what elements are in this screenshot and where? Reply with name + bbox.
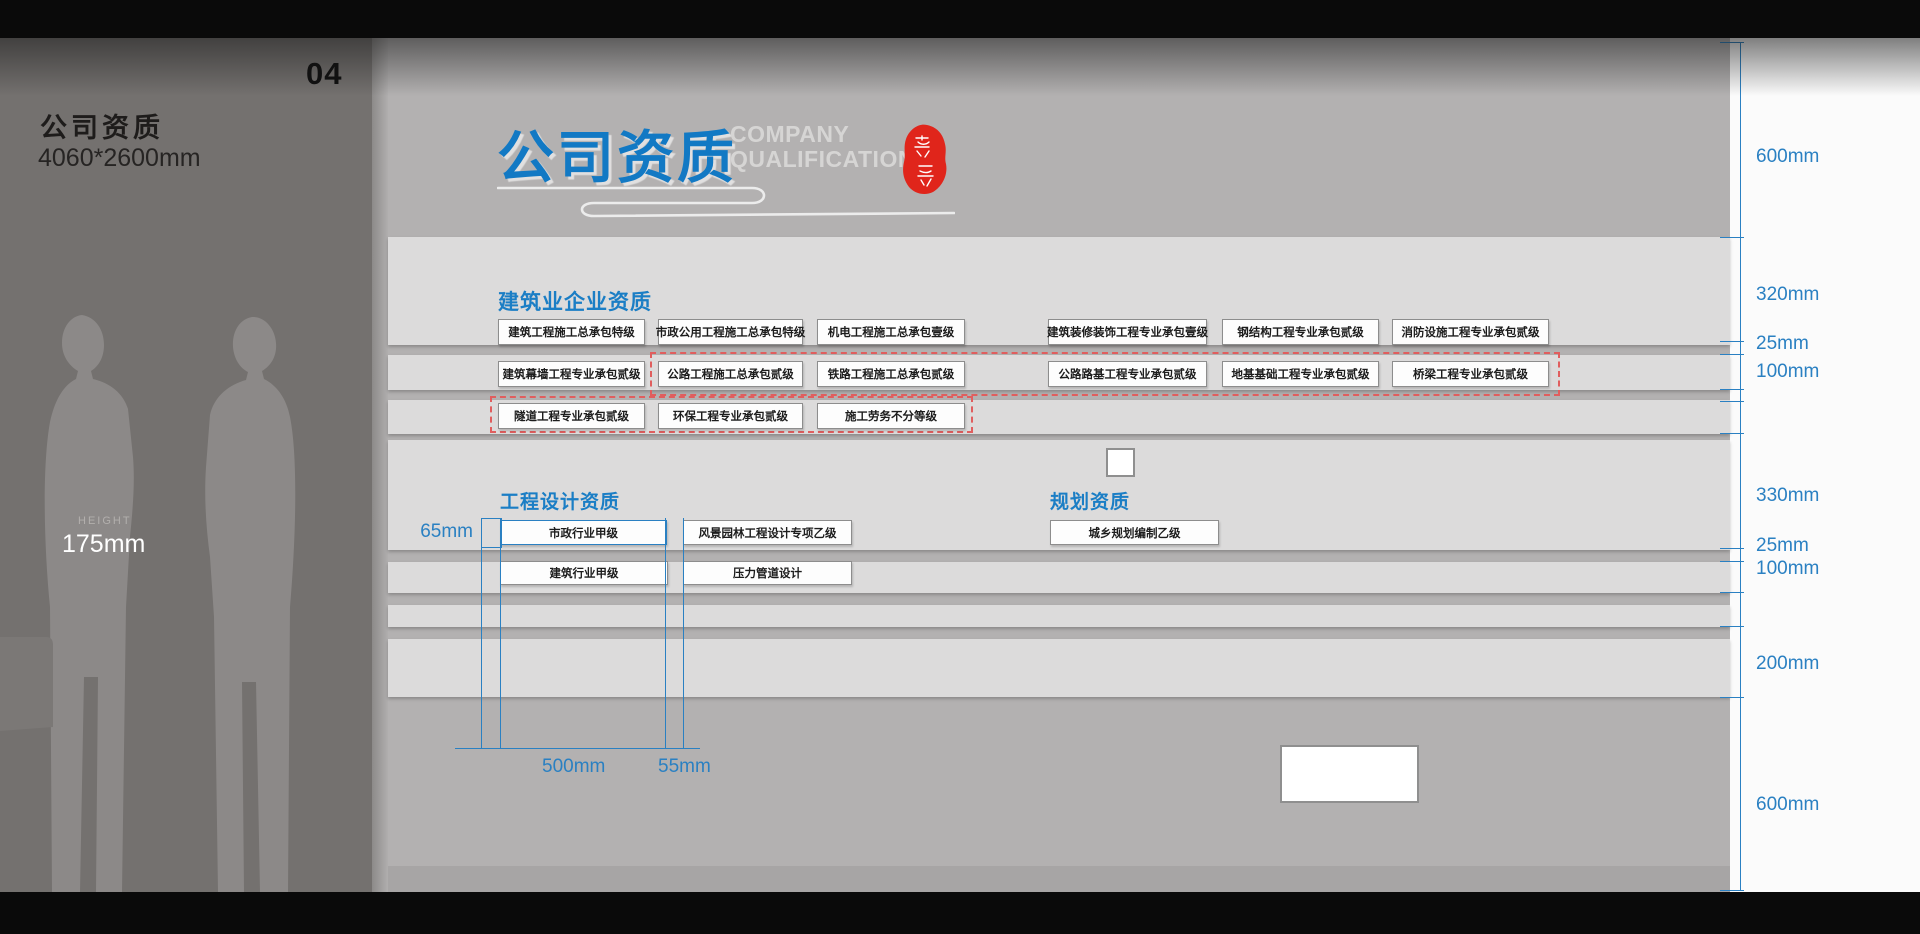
qualification-plaque: 公路路基工程专业承包贰级 (1048, 361, 1207, 387)
qualification-plaque: 城乡规划编制乙级 (1050, 520, 1219, 545)
dim-label: 100mm (1756, 361, 1819, 383)
dimension-tick (1720, 890, 1744, 891)
dim-label-500mm: 500mm (542, 756, 605, 778)
top-black-bar (0, 0, 1920, 38)
wall-title-cn: 公司资质 (497, 112, 737, 194)
qualification-plaque: 钢结构工程专业承包贰级 (1222, 319, 1379, 345)
measure-line (683, 518, 684, 748)
measure-line (481, 518, 482, 748)
wall-band (388, 639, 1730, 697)
wall-title-en-1: COMPANY (730, 121, 849, 148)
qualification-plaque: 公路工程施工总承包贰级 (658, 361, 803, 387)
measure-baseline (455, 748, 700, 749)
wall-band (388, 605, 1730, 627)
dim-label-55mm: 55mm (658, 756, 711, 778)
measure-line (665, 518, 666, 748)
dim-label: 330mm (1756, 485, 1819, 507)
dim-label: 100mm (1756, 558, 1819, 580)
design-board: 04 公司资质 4060*2600mm HEIGHT 175mm 公司资质 CO… (0, 0, 1920, 934)
panel-title: 公司资质 (40, 106, 164, 145)
section-title-design: 工程设计资质 (500, 487, 620, 514)
dim-label: 600mm (1756, 146, 1819, 168)
dim-label-65mm: 65mm (395, 521, 473, 543)
qualification-plaque: 压力管道设计 (683, 561, 852, 585)
qualification-plaque: 建筑幕墙工程专业承包贰级 (498, 361, 645, 387)
blank-plate (1280, 745, 1419, 803)
dimension-line (1740, 42, 1741, 890)
qualification-plaque: 风景园林工程设计专项乙级 (683, 520, 852, 545)
wall-title-en-2: QUALIFICATION (730, 146, 915, 173)
dim-label: 320mm (1756, 284, 1819, 306)
section-title-construction: 建筑业企业资质 (498, 286, 652, 316)
qualification-plaque: 环保工程专业承包贰级 (658, 403, 803, 429)
height-label: HEIGHT (78, 515, 132, 527)
qualification-plaque: 消防设施工程专业承包贰级 (1392, 319, 1549, 345)
page-number: 04 (306, 56, 342, 92)
measure-line (500, 518, 501, 748)
header-underline-flourish (497, 183, 955, 223)
qualification-plaque: 建筑行业甲级 (500, 561, 668, 585)
qualification-plaque: 建筑工程施工总承包特级 (498, 319, 645, 345)
wall-bottom-shade (388, 866, 1730, 892)
dim-label: 600mm (1756, 794, 1819, 816)
measure-box-65mm (481, 518, 502, 548)
qualification-plaque: 地基基础工程专业承包贰级 (1222, 361, 1379, 387)
blank-square-sample (1106, 448, 1135, 477)
height-value: 175mm (62, 530, 145, 559)
qualification-plaque-selected: 市政行业甲级 (500, 520, 667, 545)
panel-wall-gap (372, 38, 388, 892)
qualification-plaque: 隧道工程专业承包贰级 (498, 403, 645, 429)
dim-label: 25mm (1756, 535, 1809, 557)
section-title-planning: 规划资质 (1050, 487, 1130, 514)
people-silhouette (0, 307, 372, 892)
qualification-plaque: 市政公用工程施工总承包特级 (658, 319, 803, 345)
dim-label: 200mm (1756, 653, 1819, 675)
bottom-black-bar (0, 892, 1920, 934)
panel-size-label: 4060*2600mm (38, 144, 201, 173)
dim-label: 25mm (1756, 333, 1809, 355)
qualification-plaque: 建筑装修装饰工程专业承包壹级 (1048, 319, 1207, 345)
qualification-plaque: 机电工程施工总承包壹级 (817, 319, 965, 345)
qualification-plaque: 铁路工程施工总承包贰级 (817, 361, 965, 387)
qualification-plaque: 施工劳务不分等级 (817, 403, 965, 429)
qualification-plaque: 桥梁工程专业承包贰级 (1392, 361, 1549, 387)
